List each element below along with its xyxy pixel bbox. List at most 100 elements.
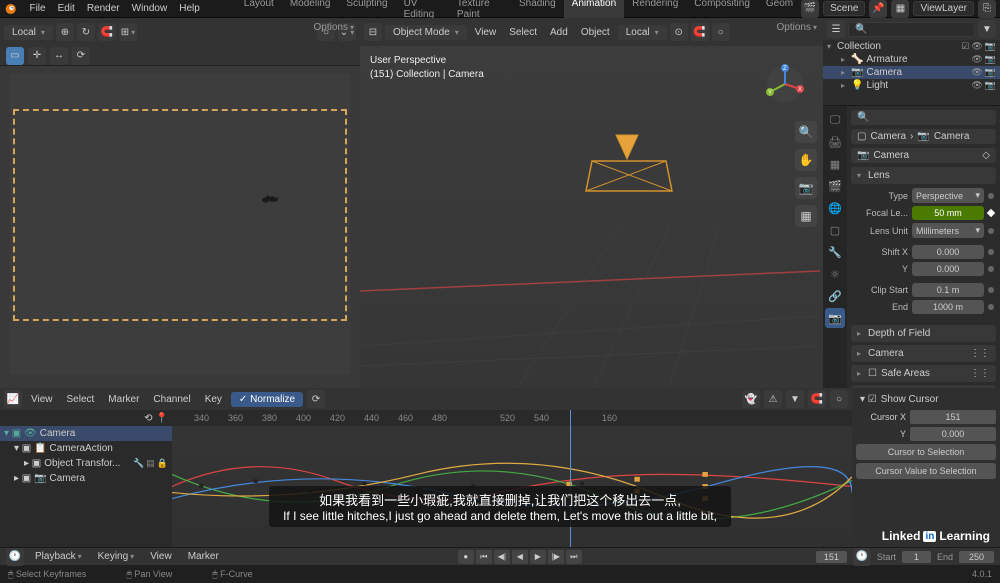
graph-view[interactable]: View [26, 394, 58, 405]
scene-name-field[interactable]: Scene [823, 1, 865, 16]
channel-camera-root[interactable]: ▾ ▣ 👁 Camera [0, 426, 172, 441]
tab-modifiers-icon[interactable]: 🔧 [825, 242, 845, 262]
jump-end-icon[interactable]: ⏭ [566, 550, 582, 564]
shiftx-field[interactable]: 0.000 [912, 245, 984, 259]
preview-range-icon[interactable]: 🕐 [853, 548, 871, 566]
clipstart-anim-dot[interactable] [988, 287, 994, 293]
new-viewlayer-icon[interactable]: ⎘ [978, 0, 996, 18]
snap-icon[interactable]: 🧲 [98, 23, 116, 41]
pin-icon[interactable]: 📌 [869, 0, 887, 18]
outliner-item-light[interactable]: 💡 Light 👁📷 [823, 79, 1000, 92]
cursor-value-to-selection-button[interactable]: Cursor Value to Selection [856, 463, 996, 479]
camera-section-header[interactable]: Camera⋮⋮ [851, 345, 996, 362]
show-cursor-header[interactable]: ▾ ☑Show Cursor [856, 392, 996, 407]
lensunit-anim-dot[interactable] [988, 228, 994, 234]
prop-datablock[interactable]: 📷Camera ◇ [851, 148, 996, 163]
tab-world-icon[interactable]: 🌐 [825, 198, 845, 218]
menu-view[interactable]: View [470, 27, 502, 38]
timeline-editor-icon[interactable]: 🕐 [6, 548, 24, 566]
editor-type-icon[interactable]: ⊟ [364, 23, 382, 41]
warn-icon[interactable]: ⚠ [764, 390, 782, 408]
clipend-anim-dot[interactable] [988, 304, 994, 310]
move-tool-icon[interactable]: ↔ [50, 47, 68, 65]
tab-object-icon[interactable]: ▢ [825, 220, 845, 240]
viewlayer-field[interactable]: ViewLayer [913, 1, 974, 16]
graph-editor-type-icon[interactable]: 📈 [4, 390, 22, 408]
timeline-view[interactable]: View [145, 551, 177, 562]
prop-breadcrumb[interactable]: ▢Camera › 📷Camera [851, 129, 996, 144]
cursor-tool-icon[interactable]: ✛ [28, 47, 46, 65]
autokeying-icon[interactable]: ● [458, 550, 474, 564]
axis-gizmo[interactable]: Y X Z [765, 64, 805, 104]
channel-camera-data[interactable]: ▸ ▣ 📷 Camera [0, 471, 172, 486]
tab-viewlayer-icon[interactable]: ▦ [825, 154, 845, 174]
shifty-anim-dot[interactable] [988, 266, 994, 272]
safeareas-header[interactable]: ☐Safe Areas⋮⋮ [851, 365, 996, 382]
menu-help[interactable]: Help [173, 3, 206, 14]
outliner-type-icon[interactable]: ☰ [827, 20, 845, 38]
camera-view-icon[interactable]: 📷 [795, 177, 817, 199]
menu-file[interactable]: File [23, 3, 51, 14]
rotate-tool-icon[interactable]: ⟳ [72, 47, 90, 65]
layers-icon[interactable]: ▦ [891, 0, 909, 18]
select-box-icon[interactable]: ▭ [6, 47, 24, 65]
snap-icon[interactable]: 🧲 [808, 390, 826, 408]
focal-field[interactable]: 50 mm [912, 206, 984, 220]
snap-toggle-icon[interactable]: 🧲 [691, 23, 709, 41]
left-camera-canvas[interactable] [10, 74, 350, 374]
shifty-field[interactable]: 0.000 [912, 262, 984, 276]
shiftx-anim-dot[interactable] [988, 249, 994, 255]
collection-expand-icon[interactable] [827, 41, 834, 52]
tab-constraints-icon[interactable]: 🔗 [825, 286, 845, 306]
left-orientation-dropdown[interactable]: Local [4, 25, 53, 40]
light-expand-icon[interactable] [841, 80, 848, 91]
outliner-collection-row[interactable]: Collection ☑👁📷 [823, 40, 1000, 53]
camera-object[interactable] [580, 131, 680, 211]
snap-menu-icon[interactable]: ⊞ [119, 23, 137, 41]
left-options[interactable]: Options [314, 22, 354, 33]
keyframe-prev-icon[interactable]: ◀| [494, 550, 510, 564]
camera-expand-icon[interactable] [841, 67, 848, 78]
clipend-field[interactable]: 1000 m [912, 300, 984, 314]
center-options[interactable]: Options [777, 22, 817, 33]
play-icon[interactable]: ▶ [530, 550, 546, 564]
armature-expand-icon[interactable] [841, 54, 848, 65]
menu-edit[interactable]: Edit [52, 3, 81, 14]
play-reverse-icon[interactable]: ◀ [512, 550, 528, 564]
keying-menu[interactable]: Keying [93, 551, 140, 562]
graph-key[interactable]: Key [200, 394, 227, 405]
dof-header[interactable]: Depth of Field [851, 325, 996, 342]
gizmo-rotate-icon[interactable]: ↻ [77, 23, 95, 41]
perspective-toggle-icon[interactable]: ▦ [795, 205, 817, 227]
mode-dropdown[interactable]: Object Mode [385, 25, 467, 40]
keyframe-next-icon[interactable]: |▶ [548, 550, 564, 564]
proportional-icon[interactable]: ○ [830, 390, 848, 408]
pan-icon[interactable]: ✋ [795, 149, 817, 171]
tab-output-icon[interactable]: 🖨 [825, 132, 845, 152]
gizmo-move-icon[interactable]: ⊕ [56, 23, 74, 41]
tab-render-icon[interactable]: 🖵 [825, 110, 845, 130]
zoom-icon[interactable]: 🔍 [795, 121, 817, 143]
jump-start-icon[interactable]: ⏮ [476, 550, 492, 564]
menu-add[interactable]: Add [545, 27, 573, 38]
menu-render[interactable]: Render [81, 3, 126, 14]
normalize-button[interactable]: ✓ Normalize [231, 392, 303, 407]
menu-window[interactable]: Window [126, 3, 174, 14]
ghost-icon[interactable]: 👻 [742, 390, 760, 408]
outliner-item-armature[interactable]: 🦴 Armature 👁📷 [823, 53, 1000, 66]
current-frame-field[interactable]: 151 [816, 551, 847, 563]
prop-search-row[interactable]: 🔍 [851, 110, 996, 125]
cursory-field[interactable]: 0.000 [910, 427, 996, 441]
type-dropdown[interactable]: Perspective▾ [912, 188, 984, 203]
channel-object-transform[interactable]: ▸ ▣ Object Transfor... 🔧▤🔒 [0, 456, 172, 471]
tab-scene-icon[interactable]: 🎬 [825, 176, 845, 196]
graph-channel[interactable]: Channel [148, 394, 195, 405]
type-anim-dot[interactable] [988, 193, 994, 199]
lens-header[interactable]: Lens [851, 167, 996, 184]
cursorx-field[interactable]: 151 [910, 410, 996, 424]
clipstart-field[interactable]: 0.1 m [912, 283, 984, 297]
normalize-auto-icon[interactable]: ⟳ [307, 390, 325, 408]
filter-icon[interactable]: ▼ [978, 20, 996, 38]
tab-data-camera-icon[interactable]: 📷 [825, 308, 845, 328]
scene-icon[interactable]: 🎬 [801, 0, 819, 18]
